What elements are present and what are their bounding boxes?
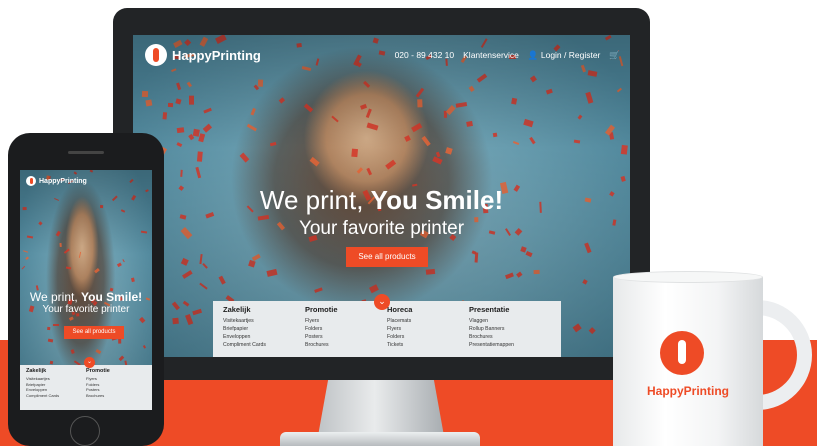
menu-column-title[interactable]: Horeca: [387, 305, 469, 314]
menu-link[interactable]: Folders: [387, 333, 469, 341]
menu-link[interactable]: Brochures: [305, 341, 387, 349]
desktop-hero-image: HappyPrinting 020 - 89 432 10 Klantenser…: [133, 35, 630, 357]
menu-link[interactable]: Enveloppen: [223, 333, 305, 341]
customer-service-link[interactable]: Klantenservice: [463, 50, 519, 61]
login-register-link[interactable]: 👤 Login / Register: [528, 50, 601, 61]
mobile-site-logo[interactable]: HappyPrinting: [26, 176, 87, 186]
menu-link[interactable]: Rollup Banners: [469, 325, 551, 333]
menu-column-horeca: Horeca Placemats Flyers Folders Tickets: [387, 305, 469, 349]
mobile-category-menu: Zakelijk Visitekaartjes Briefpapier Envelop…: [20, 365, 152, 410]
mug-brand-text: HappyPrinting: [646, 384, 729, 398]
nav-links: 020 - 89 432 10 Klantenservice 👤 Login /…: [395, 50, 620, 61]
menu-link[interactable]: Vlaggen: [469, 317, 551, 325]
menu-link[interactable]: Folders: [305, 325, 387, 333]
happy-person-icon: [26, 176, 36, 186]
mobile-hero-image: HappyPrinting We print, You Smile! Your …: [20, 170, 152, 410]
menu-column-title[interactable]: Zakelijk: [26, 368, 86, 374]
menu-column-title[interactable]: Promotie: [86, 368, 146, 374]
site-logo[interactable]: HappyPrinting: [145, 44, 261, 66]
see-all-products-button[interactable]: See all products: [346, 247, 428, 267]
menu-link[interactable]: Presentatiemappen: [469, 341, 551, 349]
desktop-navbar: HappyPrinting 020 - 89 432 10 Klantenser…: [133, 35, 630, 77]
menu-link[interactable]: Posters: [305, 333, 387, 341]
menu-column-presentatie: Presentatie Vlaggen Rollup Banners Brochure…: [469, 305, 551, 349]
menu-column-title[interactable]: Presentatie: [469, 305, 551, 314]
menu-link[interactable]: Flyers: [387, 325, 469, 333]
menu-column-promotie: Promotie Flyers Folders Posters Brochures: [86, 368, 146, 398]
menu-link[interactable]: Visitekaartjes: [223, 317, 305, 325]
menu-column-zakelijk: Zakelijk Visitekaartjes Briefpapier Envelop…: [26, 368, 86, 398]
mug-rim: [613, 271, 763, 283]
mobile-hero-subheadline: Your favorite printer: [42, 304, 130, 315]
mobile-phone: HappyPrinting We print, You Smile! Your …: [8, 133, 164, 446]
menu-link[interactable]: Flyers: [305, 317, 387, 325]
menu-link[interactable]: Briefpapier: [223, 325, 305, 333]
chevron-down-icon[interactable]: ⌄: [374, 294, 390, 310]
monitor-stand-base: [280, 432, 480, 446]
menu-link[interactable]: Compliment Cards: [223, 341, 305, 349]
happy-person-icon: [660, 331, 704, 375]
mobile-hero-headline: We print, You Smile!: [29, 290, 143, 304]
monitor-stand: [318, 380, 444, 436]
phone-speaker: [68, 151, 104, 154]
user-icon: 👤: [527, 50, 541, 60]
menu-column-zakelijk: Zakelijk Visitekaartjes Briefpapier Envelop…: [223, 305, 305, 349]
menu-column-title[interactable]: Zakelijk: [223, 305, 305, 314]
chevron-down-icon[interactable]: ⌄: [84, 357, 95, 368]
menu-link[interactable]: Placemats: [387, 317, 469, 325]
menu-link[interactable]: Compliment Cards: [26, 393, 86, 399]
hero-headline: We print, You Smile!: [259, 185, 504, 215]
logo-text: HappyPrinting: [39, 177, 87, 185]
phone-home-button: [70, 416, 100, 446]
menu-link[interactable]: Brochures: [86, 393, 146, 399]
logo-text: HappyPrinting: [172, 47, 261, 63]
menu-column-promotie: Promotie Flyers Folders Posters Brochures: [305, 305, 387, 349]
category-menu: Zakelijk Visitekaartjes Briefpapier Envelop…: [213, 301, 561, 357]
cart-icon[interactable]: 🛒: [609, 50, 620, 61]
hero-subheadline: Your favorite printer: [298, 218, 465, 239]
menu-link[interactable]: Brochures: [469, 333, 551, 341]
phone-number-link[interactable]: 020 - 89 432 10: [395, 50, 455, 61]
happy-person-icon: [145, 44, 167, 66]
desktop-monitor: HappyPrinting 020 - 89 432 10 Klantenser…: [113, 8, 650, 380]
menu-link[interactable]: Tickets: [387, 341, 469, 349]
mobile-see-all-products-button[interactable]: See all products: [64, 326, 124, 339]
